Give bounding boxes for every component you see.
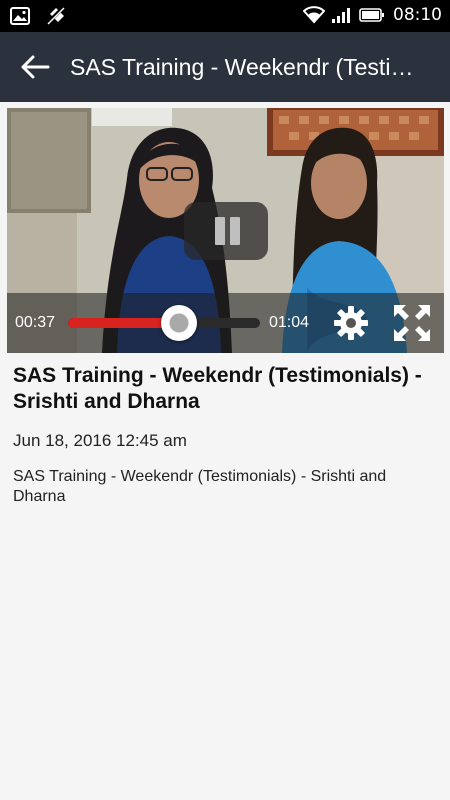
video-date: Jun 18, 2016 12:45 am: [13, 431, 187, 450]
page-title: SAS Training - Weekendr (Testimonials) -…: [70, 54, 430, 80]
clock: 08:10: [393, 5, 442, 25]
settings-gear-icon[interactable]: [333, 305, 369, 341]
wifi-icon: [303, 6, 325, 24]
app-bar: SAS Training - Weekendr (Testimonials) -…: [0, 32, 450, 102]
video-title: SAS Training - Weekendr (Testimonials) -…: [13, 364, 422, 413]
video-description: SAS Training - Weekendr (Testimonials) -…: [13, 468, 387, 505]
duration: 01:04: [269, 314, 310, 331]
seek-bar[interactable]: [68, 305, 260, 341]
fullscreen-icon[interactable]: [392, 303, 432, 343]
battery-icon: [359, 8, 384, 22]
pause-icon-bar: [230, 217, 240, 245]
signal-off-icon: [47, 7, 65, 25]
status-bar: 08:10: [0, 0, 450, 32]
pause-button[interactable]: [184, 202, 268, 260]
arrow-back-icon[interactable]: [20, 53, 50, 81]
player-controls: 00:37 01:04: [7, 293, 444, 353]
pause-icon: [215, 217, 225, 245]
video-player[interactable]: 00:37 01:04: [7, 108, 444, 353]
current-time: 00:37: [15, 314, 56, 331]
cell-signal-icon: [332, 8, 350, 23]
seek-thumb[interactable]: [160, 305, 197, 341]
system-icons: 08:10: [303, 5, 442, 25]
image-icon: [10, 7, 30, 25]
notification-icons: [10, 6, 66, 26]
